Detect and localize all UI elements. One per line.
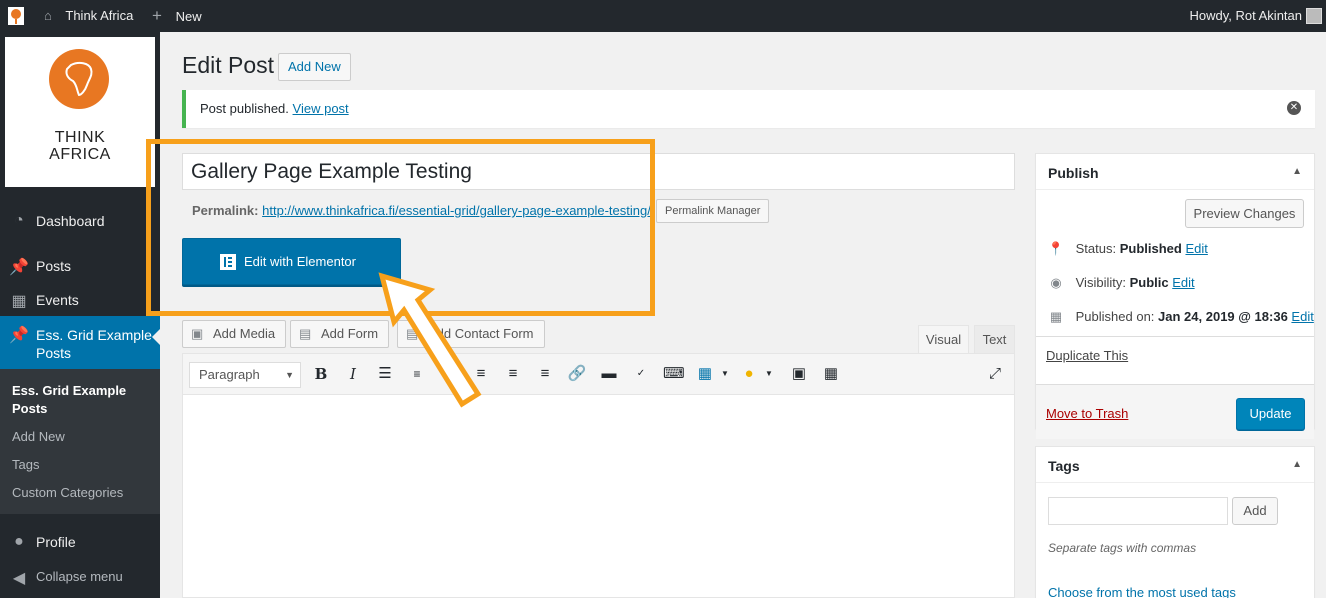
think-africa-logo[interactable]: THINK AFRICA: [5, 37, 155, 187]
collapse-toggle-icon[interactable]: ▲: [1292, 166, 1302, 177]
africa-map-icon: [49, 49, 109, 109]
current-menu-arrow: [152, 329, 160, 345]
divider: [1036, 336, 1314, 337]
permalink-manager-button[interactable]: Permalink Manager: [656, 199, 770, 223]
media-icon: ▣: [191, 326, 204, 341]
add-contact-form-button[interactable]: ▤ Add Contact Form: [397, 320, 545, 348]
align-right-icon[interactable]: ≡: [535, 364, 555, 384]
permalink-row: Permalink: http://www.thinkafrica.fi/ess…: [192, 203, 650, 218]
form-icon: ▤: [299, 326, 312, 341]
pin-icon: 📍: [1047, 241, 1065, 256]
sidebar-collapse-menu[interactable]: ◀ Collapse menu: [0, 566, 160, 588]
read-more-icon[interactable]: ▬: [599, 364, 619, 384]
toolbar-toggle-icon[interactable]: ⌨: [663, 364, 685, 384]
update-button[interactable]: Update: [1236, 398, 1305, 430]
submenu-item-custom-categories[interactable]: Custom Categories: [12, 485, 123, 500]
publish-box: Publish ▲ Preview Changes 📍 Status: Publ…: [1035, 153, 1315, 439]
editor-toolbar: Paragraph ▼ B I ☰ ≡ ❝ ≡ ≡ ≡ 🔗 ▬ ✓ ⌨ ▦ ▼ …: [182, 353, 1015, 395]
pin-icon: 📌: [9, 327, 29, 344]
submenu-item-all-posts[interactable]: Ess. Grid Example Posts: [12, 382, 142, 418]
tab-visual[interactable]: Visual: [918, 325, 969, 353]
admin-bar: ⌂ Think Africa + New Howdy, Rot Akintan: [0, 0, 1326, 32]
add-media-button[interactable]: ▣ Add Media: [182, 320, 287, 348]
format-select[interactable]: Paragraph ▼: [189, 362, 301, 388]
editor-content-area[interactable]: [182, 395, 1015, 598]
edit-visibility-link[interactable]: Edit: [1172, 275, 1194, 290]
edit-with-elementor-button[interactable]: Edit with Elementor: [182, 238, 401, 285]
elementor-icon: [220, 254, 236, 270]
dashboard-icon: ◔: [14, 212, 24, 229]
dismiss-icon[interactable]: ✕: [1287, 101, 1301, 115]
ess-grid-submenu: Ess. Grid Example Posts Add New Tags Cus…: [0, 369, 160, 514]
add-tag-button[interactable]: Add: [1232, 497, 1278, 525]
calendar-icon: ▦: [11, 293, 27, 310]
permalink-label: Permalink:: [192, 203, 259, 218]
submenu-item-tags[interactable]: Tags: [12, 457, 39, 472]
shortcode-icon[interactable]: ▣: [789, 364, 809, 384]
new-content-link[interactable]: + New: [152, 0, 202, 32]
publish-box-header[interactable]: Publish ▲: [1036, 154, 1314, 190]
home-icon: ⌂: [44, 8, 52, 23]
avatar[interactable]: [1306, 8, 1322, 24]
emoji-icon[interactable]: ●: [739, 364, 759, 384]
post-published-notice: Post published. View post ✕: [182, 90, 1315, 128]
edit-date-link[interactable]: Edit: [1291, 309, 1313, 324]
tags-box: Tags ▲ Add Separate tags with commas Cho…: [1035, 446, 1315, 598]
chevron-down-icon: ▼: [285, 370, 294, 380]
pin-icon: 📌: [9, 259, 29, 276]
permalink-url[interactable]: http://www.thinkafrica.fi/essential-grid…: [262, 203, 650, 218]
link-icon[interactable]: 🔗: [567, 364, 587, 384]
sidebar-item-posts[interactable]: 📌 Posts: [0, 255, 160, 277]
add-form-button[interactable]: ▤ Add Form: [290, 320, 390, 348]
collapse-toggle-icon[interactable]: ▲: [1292, 459, 1302, 470]
spellcheck-icon[interactable]: ✓: [631, 364, 651, 384]
admin-sidebar: THINK AFRICA ◔ Dashboard 📌 Posts ▦ Event…: [0, 32, 160, 598]
tab-text[interactable]: Text: [974, 325, 1015, 353]
notice-text: Post published.: [200, 101, 289, 116]
sidebar-item-profile[interactable]: ● Profile: [0, 531, 160, 553]
post-title-input[interactable]: Gallery Page Example Testing: [182, 153, 1015, 190]
publish-actions: Move to Trash Update: [1036, 384, 1314, 439]
tags-box-header[interactable]: Tags ▲: [1036, 447, 1314, 483]
sidebar-item-events[interactable]: ▦ Events: [0, 289, 160, 311]
tag-help-text: Separate tags with commas: [1048, 541, 1197, 555]
blockquote-icon[interactable]: ❝: [439, 364, 459, 384]
view-post-link[interactable]: View post: [293, 101, 349, 116]
preview-changes-button[interactable]: Preview Changes: [1185, 199, 1304, 228]
italic-icon[interactable]: I: [343, 364, 363, 384]
page-title: Edit Post: [182, 52, 275, 78]
add-new-button[interactable]: Add New: [278, 53, 351, 81]
user-icon: ●: [14, 533, 24, 550]
fullscreen-icon[interactable]: ⤢: [985, 364, 1005, 384]
site-name-link[interactable]: ⌂ Think Africa: [44, 0, 133, 32]
eye-icon: ◉: [1050, 275, 1062, 290]
contact-form-icon: ▤: [406, 326, 419, 341]
published-on-row: ▦ Published on: Jan 24, 2019 @ 18:36 Edi…: [1046, 309, 1314, 325]
choose-tags-link[interactable]: Choose from the most used tags: [1048, 585, 1236, 598]
logo-text: THINK AFRICA: [49, 129, 111, 163]
bullet-list-icon[interactable]: ☰: [375, 364, 395, 384]
chevron-down-icon[interactable]: ▼: [715, 364, 735, 384]
status-row: 📍 Status: Published Edit: [1047, 241, 1208, 256]
new-tag-input[interactable]: [1048, 497, 1228, 525]
site-logo-icon[interactable]: [6, 6, 26, 26]
submenu-item-add-new[interactable]: Add New: [12, 429, 65, 444]
visibility-row: ◉ Visibility: Public Edit: [1046, 275, 1194, 291]
edit-status-link[interactable]: Edit: [1185, 241, 1207, 256]
numbered-list-icon[interactable]: ≡: [407, 364, 427, 384]
chevron-down-icon[interactable]: ▼: [759, 364, 779, 384]
sidebar-item-ess-grid[interactable]: 📌 Ess. Grid Example Posts: [0, 316, 160, 369]
collapse-icon: ◀: [12, 570, 26, 587]
sidebar-item-dashboard[interactable]: ◔ Dashboard: [0, 210, 160, 232]
plus-icon: +: [152, 6, 162, 25]
align-left-icon[interactable]: ≡: [471, 364, 491, 384]
calendar-icon: ▦: [1049, 309, 1063, 324]
duplicate-this-link[interactable]: Duplicate This: [1046, 348, 1128, 363]
bold-icon[interactable]: B: [311, 364, 331, 384]
calendar-icon[interactable]: ▦: [695, 364, 715, 384]
align-center-icon[interactable]: ≡: [503, 364, 523, 384]
grid-icon[interactable]: ▦: [821, 364, 841, 384]
move-to-trash-link[interactable]: Move to Trash: [1046, 406, 1128, 421]
